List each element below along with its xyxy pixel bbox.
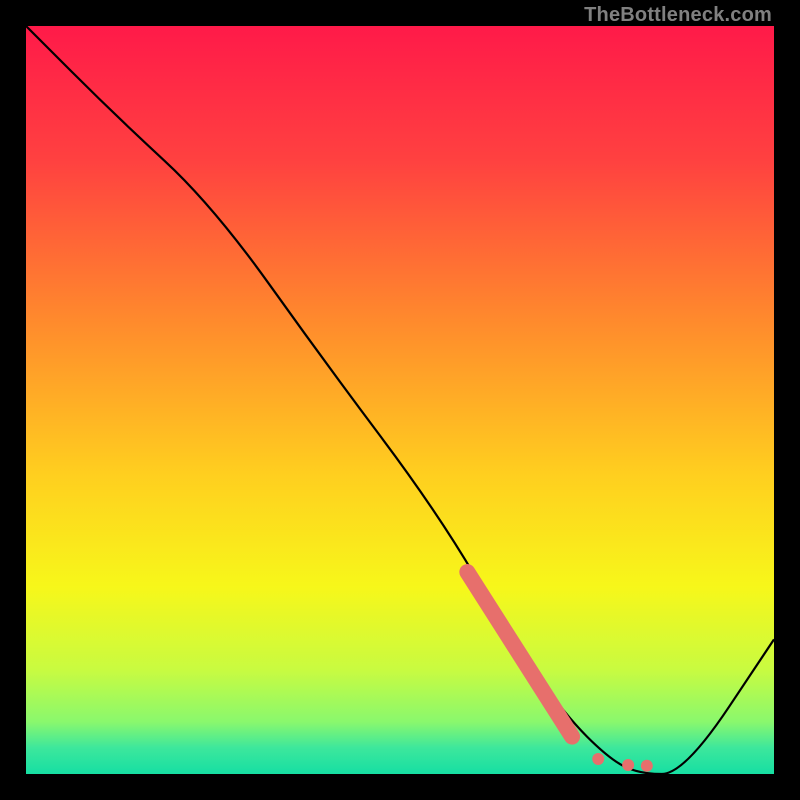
chart-container: TheBottleneck.com	[0, 0, 800, 800]
highlight-dot	[622, 759, 634, 771]
highlight-dot	[592, 753, 604, 765]
watermark-text: TheBottleneck.com	[584, 4, 772, 27]
highlight-dot	[641, 760, 653, 772]
chart-background	[26, 26, 774, 774]
bottleneck-chart	[26, 26, 774, 774]
